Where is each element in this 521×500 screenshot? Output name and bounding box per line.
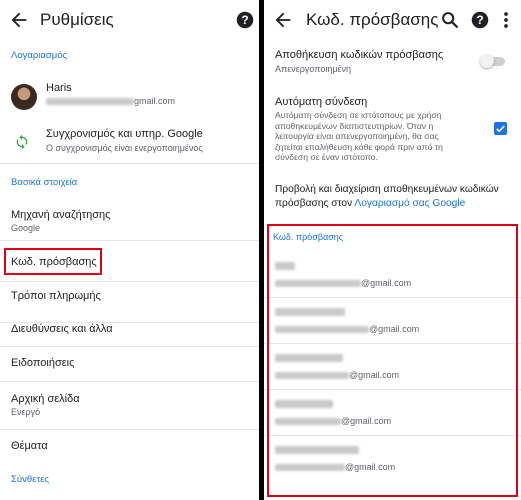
passwords-app-bar: Κωδ. πρόσβασης ? [264, 0, 521, 40]
account-email: gmail.com [46, 96, 175, 106]
section-header-basic: Βασικά στοιχεία [11, 177, 78, 188]
page-title: Ρυθμίσεις [40, 10, 114, 29]
settings-panel: Ρυθμίσεις ? Λογαριασμός Haris gmail.com … [0, 0, 259, 500]
back-arrow-icon[interactable] [8, 9, 30, 31]
sync-icon [16, 134, 28, 150]
settings-item-label: Θέματα [11, 440, 48, 452]
avatar [11, 84, 37, 110]
auto-signin-checkbox[interactable] [494, 122, 507, 135]
auto-signin-label: Αυτόματη σύνδεση [275, 96, 368, 108]
settings-item-label: Αρχική σελίδα [11, 393, 80, 405]
auto-signin-description: Αυτόματη σύνδεση σε ιστότοπους με χρήση … [275, 110, 443, 163]
redacted-text [46, 98, 134, 106]
svg-text:?: ? [476, 13, 483, 27]
sync-status: Ο συγχρονισμός είναι ενεργοποιημένος [46, 143, 203, 153]
check-icon [496, 125, 505, 133]
back-arrow-icon[interactable] [272, 9, 294, 31]
save-passwords-label: Αποθήκευση κωδικών πρόσβασης [275, 49, 444, 61]
more-vert-icon[interactable] [495, 9, 517, 31]
manage-passwords-row[interactable]: Προβολή και διαχείριση αποθηκευμένων κωδ… [264, 177, 521, 217]
svg-text:?: ? [241, 13, 248, 27]
settings-item-label: Μηχανή αναζήτησης [11, 209, 111, 221]
highlight-box [4, 248, 102, 275]
google-account-link[interactable]: Λογαριασμό σας Google [354, 198, 465, 209]
account-row[interactable]: Haris gmail.com [0, 76, 259, 118]
account-name: Haris [46, 82, 72, 94]
settings-item-label: Ειδοποιήσεις [11, 357, 75, 369]
save-passwords-toggle[interactable] [480, 54, 505, 68]
toggle-knob [480, 54, 494, 68]
settings-item-notifications[interactable]: Ειδοποιήσεις [0, 347, 259, 382]
settings-item-homepage[interactable]: Αρχική σελίδα Ενεργό [0, 382, 259, 430]
settings-item-label: Διευθύνσεις και άλλα [11, 323, 113, 335]
settings-item-label: Τρόποι πληρωμής [11, 290, 101, 302]
settings-item-themes[interactable]: Θέματα [0, 430, 259, 462]
settings-item-addresses[interactable]: Διευθύνσεις και άλλα [0, 323, 259, 347]
help-icon[interactable]: ? [234, 9, 256, 31]
section-header-advanced: Σύνθετες [11, 474, 49, 485]
sync-label: Συγχρονισμός και υπηρ. Google [46, 128, 203, 140]
settings-item-value: Google [11, 223, 41, 233]
passwords-panel: Κωδ. πρόσβασης ? Αποθήκευση κωδικών πρόσ… [264, 0, 521, 500]
sync-row[interactable]: Συγχρονισμός και υπηρ. Google Ο συγχρονι… [0, 118, 259, 164]
settings-item-payment-methods[interactable]: Τρόποι πληρωμής [0, 282, 259, 323]
search-icon[interactable] [439, 9, 461, 31]
help-icon[interactable]: ? [469, 9, 491, 31]
save-passwords-row[interactable]: Αποθήκευση κωδικών πρόσβασης Απενεργοποι… [264, 44, 521, 84]
settings-item-search-engine[interactable]: Μηχανή αναζήτησης Google [0, 196, 259, 241]
page-title: Κωδ. πρόσβασης [306, 10, 439, 29]
manage-passwords-text: Προβολή και διαχείριση αποθηκευμένων κωδ… [275, 184, 499, 209]
save-passwords-status: Απενεργοποιημένη [275, 64, 352, 74]
settings-app-bar: Ρυθμίσεις ? [0, 0, 259, 40]
highlight-box [267, 224, 518, 497]
auto-signin-row[interactable]: Αυτόματη σύνδεση Αυτόματη σύνδεση σε ιστ… [264, 88, 521, 168]
settings-item-value: Ενεργό [11, 407, 41, 417]
section-header-account: Λογαριασμός [11, 50, 68, 61]
